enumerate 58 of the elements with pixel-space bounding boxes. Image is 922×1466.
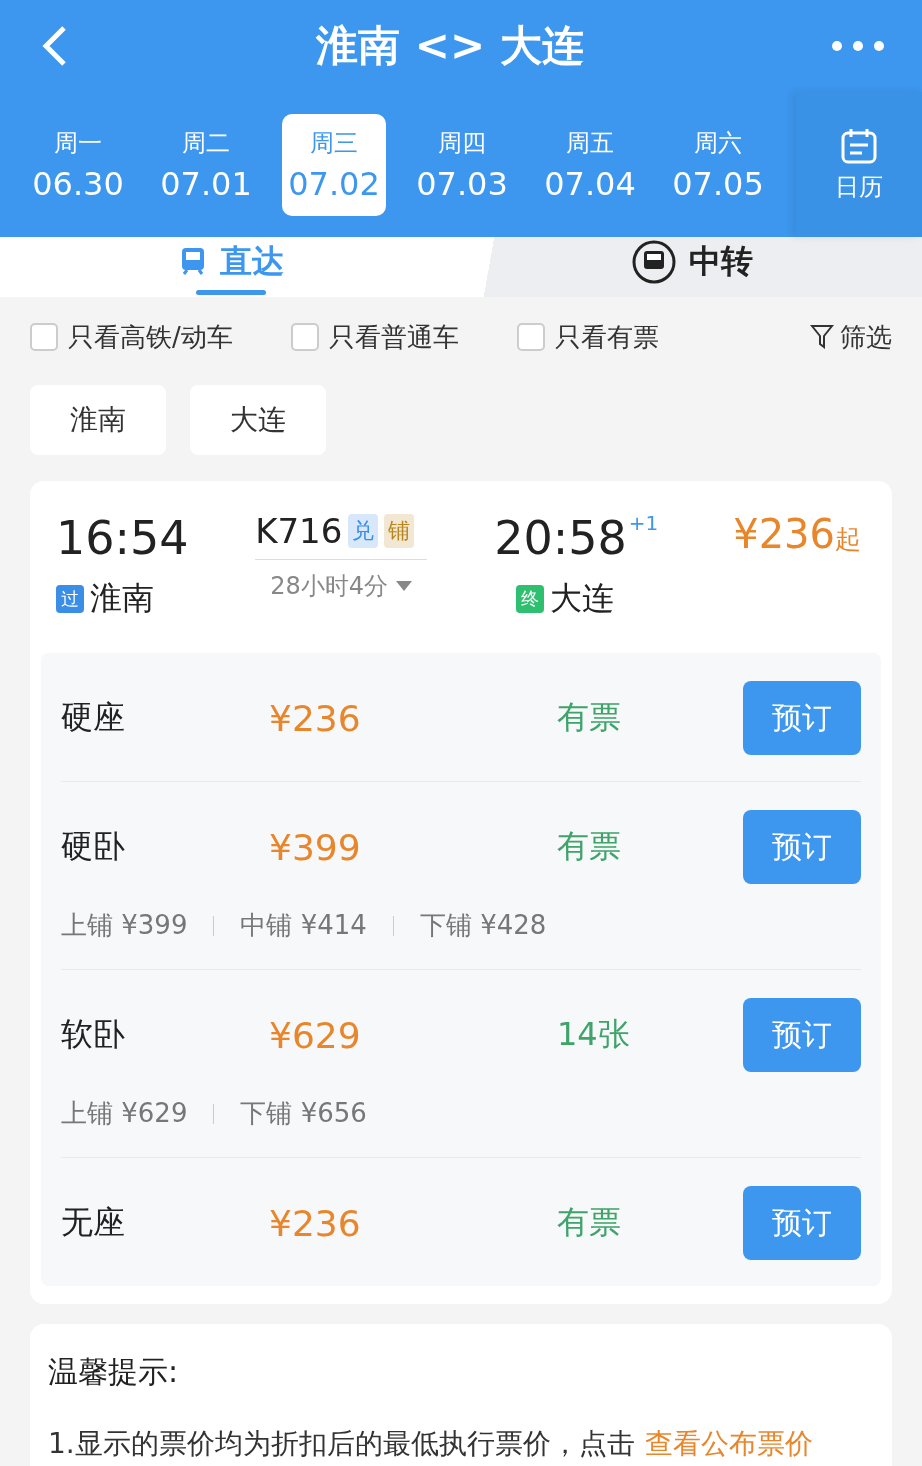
seat-type: 无座 xyxy=(61,1202,126,1243)
filter-checkbox[interactable]: 只看普通车 xyxy=(290,319,459,355)
availability: 有票 xyxy=(557,826,622,867)
departure-station: 淮南 xyxy=(90,578,154,619)
berth-price: 下铺 ¥428 xyxy=(419,909,547,942)
caret-icon xyxy=(396,581,413,591)
train-tag: 铺 xyxy=(384,514,415,548)
seat-type: 软卧 xyxy=(61,1014,126,1055)
station-chip[interactable]: 大连 xyxy=(190,385,326,455)
train-number: K716 xyxy=(255,511,343,551)
book-button[interactable]: 预订 xyxy=(743,681,861,755)
date-tab[interactable]: 周一 06.30 xyxy=(26,113,130,216)
berth-price: 中铺 ¥414 xyxy=(240,909,367,942)
price-suffix: 起 xyxy=(835,523,861,556)
seat-type: 硬座 xyxy=(61,697,126,738)
seat-price: ¥399 xyxy=(269,826,362,868)
date-tab[interactable]: 周五 07.04 xyxy=(538,113,642,216)
filter-checkbox[interactable]: 只看高铁/动车 xyxy=(30,319,233,355)
berth-price: 上铺 ¥629 xyxy=(61,1097,188,1130)
book-button[interactable]: 预订 xyxy=(743,998,861,1072)
public-price-link[interactable]: 查看公布票价 xyxy=(644,1427,813,1460)
date-tab[interactable]: 周六 07.05 xyxy=(666,113,770,216)
availability: 有票 xyxy=(557,1202,622,1243)
terminal-badge: 终 xyxy=(516,585,545,613)
arrival-station: 大连 xyxy=(550,578,615,619)
availability: 14张 xyxy=(557,1014,631,1055)
seat-price: ¥236 xyxy=(269,1202,362,1244)
seat-price: ¥236 xyxy=(269,697,362,739)
departure-time: 16:54 xyxy=(56,511,190,565)
train-circle-icon xyxy=(630,238,677,285)
date-tab[interactable]: 周三 07.02 xyxy=(282,113,386,216)
day-offset: +1 xyxy=(628,511,659,535)
arrival-time: 20:58 xyxy=(494,511,627,565)
book-button[interactable]: 预订 xyxy=(743,1186,861,1260)
more-icon[interactable] xyxy=(830,39,886,53)
filter-icon xyxy=(810,324,834,350)
lowest-price: ¥236 xyxy=(733,511,835,557)
filter-button[interactable]: 筛选 xyxy=(810,319,892,355)
seat-price: ¥629 xyxy=(269,1014,362,1056)
pass-badge: 过 xyxy=(56,585,84,613)
date-tab[interactable]: 周二 07.01 xyxy=(154,113,258,216)
berth-price: 下铺 ¥656 xyxy=(240,1097,367,1130)
mode-tab[interactable]: 直达 xyxy=(0,237,461,297)
availability: 有票 xyxy=(557,697,622,738)
book-button[interactable]: 预订 xyxy=(743,810,861,884)
duration-dropdown[interactable]: 28小时4分 xyxy=(255,559,428,602)
train-tag: 兑 xyxy=(348,514,379,548)
date-tab[interactable]: 周四 07.03 xyxy=(410,113,514,216)
tips-text: 1.显示的票价均为折扣后的最低执行票价，点击 查看公布票价 xyxy=(48,1426,814,1462)
mode-tab[interactable]: 中转 xyxy=(461,237,922,297)
calendar-icon xyxy=(840,126,878,165)
berth-price: 上铺 ¥399 xyxy=(61,909,188,942)
page-title: 淮南 <> 大连 xyxy=(316,20,584,72)
station-chip[interactable]: 淮南 xyxy=(30,385,166,455)
filter-checkbox[interactable]: 只看有票 xyxy=(516,319,659,355)
tips-title: 温馨提示: xyxy=(48,1353,180,1391)
calendar-button[interactable]: 日历 xyxy=(796,92,922,237)
seat-type: 硬卧 xyxy=(61,826,126,867)
